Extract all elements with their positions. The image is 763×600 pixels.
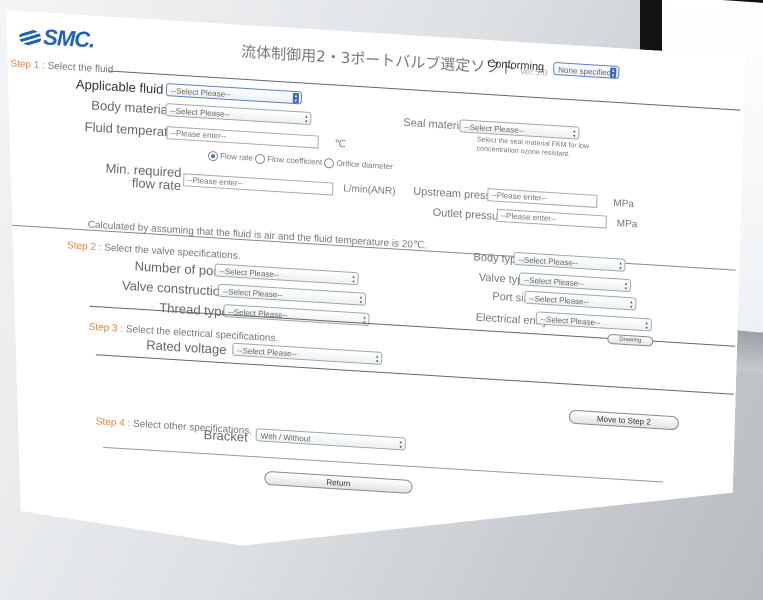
radio-empty-icon: [255, 154, 265, 165]
valve-construction-label: Valve construction: [121, 277, 228, 300]
bracket-select[interactable]: With / Without: [256, 428, 406, 450]
valve-selection-window: SMC. 流体制御用2・3ポートバルブ選定ソフト Ver.5.0 Conform…: [0, 10, 746, 576]
drawing-button[interactable]: Drawing: [607, 334, 653, 347]
outlet-pressure-input[interactable]: [497, 209, 607, 229]
bracket-label: Bracket: [203, 427, 248, 445]
fluid-temperature-unit: ℃: [334, 138, 346, 151]
radio-orifice-diameter[interactable]: Orifice diameter: [324, 158, 393, 171]
valve-construction-select[interactable]: --Select Please--: [218, 284, 366, 306]
flow-mode-radio-group: Flow rate Flow coefficient Orifice diame…: [208, 151, 393, 172]
radio-empty-icon: [324, 158, 334, 169]
number-of-ports-select[interactable]: --Select Please--: [214, 263, 358, 285]
radio-flow-rate[interactable]: Flow rate: [208, 151, 253, 163]
applicable-fluid-label: Applicable fluid: [75, 76, 164, 97]
radio-selected-icon: [208, 151, 218, 162]
fluid-temperature-input[interactable]: [166, 126, 318, 148]
conforming-select[interactable]: None specified: [553, 62, 619, 79]
body-material-label: Body material: [91, 97, 172, 118]
move-to-step2-button[interactable]: Move to Step 2: [569, 410, 679, 431]
rated-voltage-select[interactable]: --Select Please--: [232, 343, 382, 365]
electrical-entry-select[interactable]: --Select Please--: [536, 311, 652, 331]
bottom-divider: [103, 447, 663, 483]
upstream-pressure-unit: MPa: [613, 197, 635, 211]
return-button[interactable]: Return: [264, 471, 412, 494]
body-material-select[interactable]: --Select Please--: [165, 103, 311, 125]
smc-swirl-icon: [19, 29, 41, 46]
step1-heading: Step 1 : Select the fluid: [10, 58, 114, 76]
applicable-fluid-select[interactable]: --Select Please--: [166, 83, 302, 104]
seal-material-note: Select the seal material FKM for low con…: [476, 136, 590, 159]
seal-material-label: Seal material: [403, 116, 468, 133]
upstream-pressure-input[interactable]: [487, 188, 597, 208]
port-size-select[interactable]: --Select Please--: [524, 291, 636, 311]
smc-logo: SMC.: [19, 23, 95, 54]
min-flow-input[interactable]: [183, 173, 333, 195]
valve-type-select[interactable]: --Select Please--: [519, 272, 631, 292]
min-flow-label: Min. required flow rate: [105, 160, 182, 194]
step4-top-divider: [96, 354, 734, 395]
radio-flow-coefficient[interactable]: Flow coefficient: [255, 154, 322, 167]
body-type-select[interactable]: --Select Please--: [513, 252, 625, 272]
outlet-pressure-unit: MPa: [616, 218, 638, 231]
min-flow-unit: L/min(ANR): [343, 183, 396, 198]
